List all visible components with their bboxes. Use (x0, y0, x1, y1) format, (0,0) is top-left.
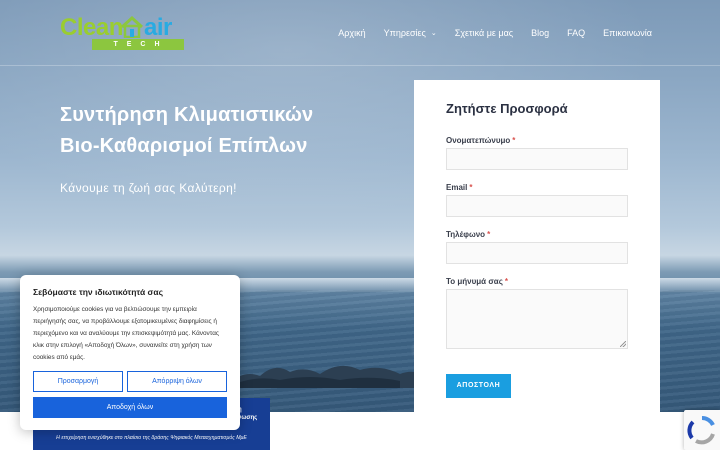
recaptcha-badge[interactable] (684, 410, 720, 450)
message-field[interactable] (446, 289, 628, 349)
accept-all-button[interactable]: Αποδοχή όλων (33, 397, 227, 418)
nav-label: Επικοινωνία (603, 28, 652, 38)
nav-label: Σχετικά με μας (454, 28, 514, 38)
hero-title-line1: Συντήρηση Κλιματιστικών (60, 104, 314, 126)
phone-field[interactable] (446, 242, 628, 264)
nav-item-home[interactable]: Αρχική (338, 28, 365, 38)
name-label: Ονοματεπώνυμο * (446, 136, 515, 145)
cookie-title: Σεβόμαστε την ιδιωτικότητά σας (33, 287, 163, 297)
cookie-text: Χρησιμοποιούμε cookies για να βελτιώσουμ… (33, 306, 219, 361)
nav-label: FAQ (567, 28, 586, 38)
logo-word-clean: Clean (60, 14, 123, 41)
nav-label: Blog (531, 28, 550, 38)
nav-item-blog[interactable]: Blog (531, 28, 549, 38)
message-label-text: Το μήνυμά σας (446, 277, 503, 286)
name-field[interactable] (446, 148, 628, 170)
quote-form: Ζητήστε Προσφορά Ονοματεπώνυμο * Email * Τ… (414, 80, 660, 412)
email-label: Email * (446, 183, 472, 192)
required-mark: * (504, 277, 508, 286)
recaptcha-icon (687, 415, 715, 445)
logo-tagline: TECH (92, 39, 184, 50)
site-logo[interactable]: Clean air TECH (60, 14, 186, 54)
email-label-text: Email (446, 183, 468, 192)
form-title: Ζητήστε Προσφορά (446, 101, 568, 116)
nav-item-faq[interactable]: FAQ (567, 28, 585, 38)
phone-label-text: Τηλέφωνο (446, 230, 486, 239)
required-mark: * (469, 183, 473, 192)
chevron-down-icon: ⌄ (430, 30, 437, 37)
main-nav: Αρχική Υπηρεσίες ⌄ Σχετικά με μας Blog FA… (320, 28, 652, 38)
nav-label: Υπηρεσίες (383, 28, 426, 38)
phone-label: Τηλέφωνο * (446, 230, 490, 239)
resize-handle-icon[interactable] (620, 341, 626, 347)
message-label: Το μήνυμά σας * (446, 277, 508, 286)
banner-text: ηνωσης (238, 406, 257, 422)
rocks (230, 365, 430, 388)
nav-item-contact[interactable]: Επικοινωνία (603, 28, 652, 38)
reject-all-button[interactable]: Απόρριψη όλων (127, 371, 227, 392)
nav-item-services[interactable]: Υπηρεσίες ⌄ (384, 28, 437, 38)
cookie-consent-dialog: Σεβόμαστε την ιδιωτικότητά σας Χρησιμοπο… (20, 275, 240, 430)
customize-button[interactable]: Προσαρμογή (33, 371, 123, 392)
submit-button[interactable]: ΑΠΟΣΤΟΛΗ (446, 374, 511, 398)
site-header: Clean air TECH Αρχική Υπηρεσίες ⌄ Σχετικά… (0, 0, 720, 66)
required-mark: * (487, 230, 491, 239)
banner-footer-text: Η επιχείρηση ενισχύθηκε στο πλαίσιο της … (56, 435, 247, 441)
banner-text-line2: νωσης (238, 415, 258, 421)
email-field[interactable] (446, 195, 628, 217)
logo-word-air: air (144, 14, 172, 41)
hero-title-line2: Βιο-Καθαρισμοί Επίπλων (60, 135, 308, 157)
house-icon (120, 16, 144, 38)
name-label-text: Ονοματεπώνυμο (446, 136, 511, 145)
hero-subtitle: Κάνουμε τη ζωή σας Καλύτερη! (60, 181, 237, 195)
nav-label: Αρχική (338, 28, 366, 38)
required-mark: * (512, 136, 516, 145)
hero-title: Συντήρηση Κλιματιστικών Βιο-Καθαρισμοί Ε… (60, 100, 390, 162)
nav-item-about[interactable]: Σχετικά με μας (455, 28, 513, 38)
